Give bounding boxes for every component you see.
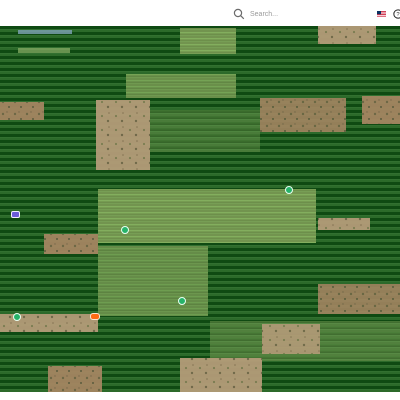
desert-area xyxy=(260,98,346,132)
panel-patch-light xyxy=(98,246,208,316)
map-view[interactable] xyxy=(0,26,400,392)
panel-patch-light xyxy=(98,189,316,243)
panel-patch-light xyxy=(180,28,236,54)
desert-area xyxy=(362,96,400,124)
desert-area xyxy=(318,218,370,230)
marker-green-lower[interactable] xyxy=(178,297,186,305)
panel-edge xyxy=(18,48,70,53)
help-icon[interactable]: ? xyxy=(393,9,400,19)
marker-orange-bottom-left[interactable] xyxy=(90,313,100,320)
desert-area xyxy=(180,358,262,392)
desert-area xyxy=(0,102,44,120)
desert-area xyxy=(48,366,102,392)
marker-purple-left[interactable] xyxy=(11,211,20,218)
panel-edge xyxy=(18,30,72,34)
search-icon xyxy=(233,8,245,20)
search-box[interactable]: Search... xyxy=(233,7,337,21)
desert-area xyxy=(318,284,400,314)
desert-area xyxy=(318,26,376,44)
desert-area xyxy=(262,324,320,354)
panel-patch-light xyxy=(126,74,236,98)
marker-green-mid[interactable] xyxy=(121,226,129,234)
desert-area xyxy=(96,100,150,170)
satellite-map xyxy=(0,26,400,392)
top-bar: Search... ? xyxy=(0,0,400,26)
desert-area xyxy=(44,234,98,254)
marker-green-bottom-left[interactable] xyxy=(13,313,21,321)
us-flag-icon[interactable] xyxy=(377,11,386,17)
panel-patch-light xyxy=(150,110,260,152)
bottom-whitespace xyxy=(0,392,400,400)
svg-text:?: ? xyxy=(396,12,400,18)
app-window: Search... ? xyxy=(0,0,400,400)
marker-green-top[interactable] xyxy=(285,186,293,194)
search-placeholder: Search... xyxy=(250,10,279,18)
